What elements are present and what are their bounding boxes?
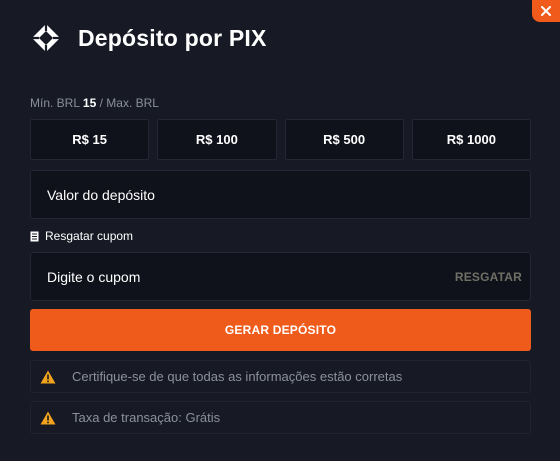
deposit-amount-input[interactable] [47, 186, 522, 203]
warning-icon [40, 370, 56, 383]
warning-icon [40, 411, 56, 424]
coupon-input[interactable] [47, 268, 455, 285]
amount-button-500[interactable]: R$ 500 [284, 119, 404, 160]
amount-options: R$ 15 R$ 100 R$ 500 R$ 1000 [30, 119, 531, 160]
close-button[interactable] [532, 0, 560, 22]
amount-button-15[interactable]: R$ 15 [30, 119, 150, 160]
notice-text: Taxa de transação: Grátis [72, 410, 221, 425]
notice-fee: Taxa de transação: Grátis [30, 401, 531, 434]
max-label: / Max. BRL [99, 96, 159, 110]
pix-logo-icon [32, 24, 60, 52]
modal-header: Depósito por PIX [30, 22, 267, 54]
notice-text: Certifique-se de que todas as informaçõe… [72, 369, 403, 384]
coupon-label: Resgatar cupom [45, 229, 134, 243]
receipt-icon [30, 231, 39, 241]
amount-button-1000[interactable]: R$ 1000 [411, 119, 531, 160]
generate-deposit-button[interactable]: GERAR DEPÓSITO [30, 309, 531, 351]
deposit-amount-field [30, 170, 531, 219]
notice-info: Certifique-se de que todas as informaçõe… [30, 360, 531, 393]
coupon-field: RESGATAR [30, 252, 531, 301]
page-title: Depósito por PIX [78, 24, 267, 51]
deposit-limits: Mín. BRL 15 / Max. BRL [30, 96, 159, 110]
min-value: 15 [82, 96, 97, 110]
coupon-label-row[interactable]: Resgatar cupom [30, 229, 133, 243]
close-icon [541, 6, 551, 16]
redeem-button[interactable]: RESGATAR [455, 270, 522, 284]
amount-button-100[interactable]: R$ 100 [157, 119, 277, 160]
deposit-modal: Depósito por PIX Mín. BRL 15 / Max. BRL … [0, 0, 560, 461]
min-label: Mín. BRL [30, 96, 80, 110]
